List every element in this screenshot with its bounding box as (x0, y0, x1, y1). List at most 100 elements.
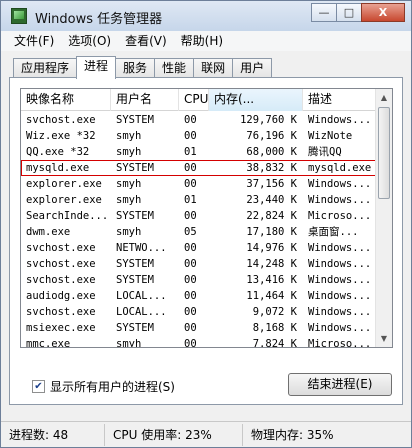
cell-memory: 14,976 K (246, 242, 297, 254)
cell-image-name: svchost.exe (26, 114, 96, 126)
table-row[interactable]: audiodg.exe LOCAL... 00 11,464 K Windows... (21, 288, 376, 304)
cell-memory: 9,072 K (252, 306, 297, 318)
column-headers: 映像名称 用户名 CPU 内存(... 描述 (21, 89, 376, 111)
cell-user-name: NETWO... (116, 242, 167, 254)
cell-image-name: svchost.exe (26, 258, 96, 270)
cell-cpu: 00 (184, 338, 197, 348)
table-row[interactable]: svchost.exe SYSTEM 00 13,416 K Windows... (21, 272, 376, 288)
cell-image-name: mmc.exe (26, 338, 71, 348)
column-user-name[interactable]: 用户名 (111, 89, 179, 111)
cell-description: Windows... (308, 290, 372, 302)
cell-cpu: 00 (184, 178, 197, 190)
tab-applications[interactable]: 应用程序 (13, 58, 78, 78)
cell-cpu: 00 (184, 114, 197, 126)
cell-image-name: svchost.exe (26, 274, 96, 286)
table-row[interactable]: mysqld.exe SYSTEM 00 38,832 K mysqld.exe (21, 160, 376, 176)
cell-memory: 22,824 K (246, 210, 297, 222)
column-description[interactable]: 描述 (303, 89, 376, 111)
vertical-scrollbar[interactable]: ▲ ▼ (375, 89, 392, 347)
cell-memory: 8,168 K (252, 322, 297, 334)
scroll-up-arrow-icon[interactable]: ▲ (376, 89, 392, 106)
table-row[interactable]: mmc.exe smyh 00 7,824 K Microso... (21, 336, 376, 348)
cell-cpu: 00 (184, 242, 197, 254)
cell-user-name: smyh (116, 226, 142, 238)
cell-image-name: QQ.exe *32 (26, 146, 90, 158)
cell-description: Microso... (308, 210, 372, 222)
cell-description: Windows... (308, 274, 372, 286)
cell-user-name: smyh (116, 146, 142, 158)
table-row[interactable]: Wiz.exe *32 smyh 00 76,196 K WizNote (21, 128, 376, 144)
tab-networking[interactable]: 联网 (193, 58, 234, 78)
cell-cpu: 01 (184, 146, 197, 158)
table-row[interactable]: SearchInde... SYSTEM 00 22,824 K Microso... (21, 208, 376, 224)
menu-options[interactable]: 选项(O) (61, 31, 118, 51)
cell-memory: 68,000 K (246, 146, 297, 158)
scroll-down-arrow-icon[interactable]: ▼ (376, 330, 392, 347)
cell-image-name: explorer.exe (26, 178, 102, 190)
process-rows: svchost.exe SYSTEM 00 129,760 K Windows... Wi… (21, 112, 376, 348)
minimize-button[interactable]: — (311, 3, 337, 22)
cell-memory: 13,416 K (246, 274, 297, 286)
status-cpu-usage: CPU 使用率: 23% (105, 424, 243, 446)
show-all-users-label[interactable]: 显示所有用户的进程(S) (50, 378, 175, 395)
tab-users[interactable]: 用户 (232, 58, 273, 78)
menu-view[interactable]: 查看(V) (118, 31, 174, 51)
cell-user-name: SYSTEM (116, 210, 154, 222)
cell-cpu: 00 (184, 290, 197, 302)
process-list[interactable]: 映像名称 用户名 CPU 内存(... 描述 svchost.exe SYSTEM… (20, 88, 393, 348)
cell-cpu: 05 (184, 226, 197, 238)
cell-cpu: 00 (184, 258, 197, 270)
cell-image-name: SearchInde... (26, 210, 109, 222)
column-memory[interactable]: 内存(... (209, 89, 303, 111)
table-row[interactable]: svchost.exe SYSTEM 00 14,248 K Windows... (21, 256, 376, 272)
cell-cpu: 00 (184, 274, 197, 286)
maximize-button[interactable]: □ (336, 3, 362, 22)
scroll-thumb[interactable] (378, 107, 390, 199)
cell-description: Windows... (308, 306, 372, 318)
cell-image-name: Wiz.exe *32 (26, 130, 96, 142)
cell-user-name: smyh (116, 194, 142, 206)
cell-cpu: 00 (184, 130, 197, 142)
end-process-button[interactable]: 结束进程(E) (288, 373, 392, 396)
cell-user-name: LOCAL... (116, 306, 167, 318)
table-row[interactable]: svchost.exe NETWO... 00 14,976 K Windows... (21, 240, 376, 256)
show-all-users-option[interactable]: ✔ 显示所有用户的进程(S) (32, 378, 175, 395)
menu-file[interactable]: 文件(F) (7, 31, 61, 51)
table-row[interactable]: explorer.exe smyh 00 37,156 K Windows... (21, 176, 376, 192)
cell-memory: 76,196 K (246, 130, 297, 142)
table-row[interactable]: msiexec.exe SYSTEM 00 8,168 K Windows... (21, 320, 376, 336)
cell-description: Microso... (308, 338, 372, 348)
processes-panel: 映像名称 用户名 CPU 内存(... 描述 svchost.exe SYSTEM… (9, 77, 403, 405)
cell-image-name: explorer.exe (26, 194, 102, 206)
cell-image-name: msiexec.exe (26, 322, 96, 334)
title-bar[interactable]: Windows 任务管理器 — □ X (1, 1, 411, 31)
menu-help[interactable]: 帮助(H) (174, 31, 230, 51)
cell-user-name: LOCAL... (116, 290, 167, 302)
status-physical-memory: 物理内存: 35% (251, 428, 334, 442)
tab-services[interactable]: 服务 (115, 58, 156, 78)
tab-processes[interactable]: 进程 (76, 56, 117, 79)
status-bar: 进程数: 48 CPU 使用率: 23% 物理内存: 35% (1, 421, 411, 447)
cell-user-name: SYSTEM (116, 274, 154, 286)
table-row[interactable]: svchost.exe LOCAL... 00 9,072 K Windows... (21, 304, 376, 320)
table-row[interactable]: dwm.exe smyh 05 17,180 K 桌面窗... (21, 224, 376, 240)
table-row[interactable]: svchost.exe SYSTEM 00 129,760 K Windows... (21, 112, 376, 128)
window-controls: — □ X (311, 3, 405, 22)
table-row[interactable]: QQ.exe *32 smyh 01 68,000 K 腾讯QQ (21, 144, 376, 160)
table-row[interactable]: explorer.exe smyh 01 23,440 K Windows... (21, 192, 376, 208)
cell-user-name: smyh (116, 130, 142, 142)
cell-image-name: svchost.exe (26, 242, 96, 254)
cell-description: 桌面窗... (308, 226, 359, 238)
tab-performance[interactable]: 性能 (154, 58, 195, 78)
cell-user-name: SYSTEM (116, 114, 154, 126)
cell-cpu: 00 (184, 210, 197, 222)
column-cpu[interactable]: CPU (179, 89, 209, 111)
cell-description: Windows... (308, 194, 372, 206)
show-all-users-checkbox[interactable]: ✔ (32, 380, 45, 393)
cell-memory: 23,440 K (246, 194, 297, 206)
column-image-name[interactable]: 映像名称 (21, 89, 111, 111)
cell-user-name: SYSTEM (116, 258, 154, 270)
cell-memory: 17,180 K (246, 226, 297, 238)
close-button[interactable]: X (361, 3, 405, 22)
cell-description: Windows... (308, 242, 372, 254)
